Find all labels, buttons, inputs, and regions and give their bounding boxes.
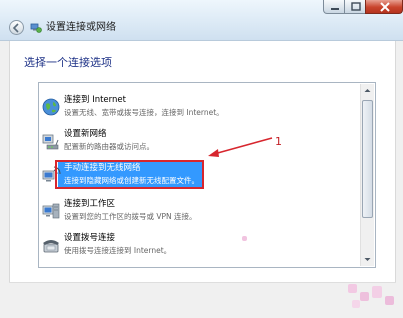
bottom-bar (9, 282, 396, 318)
annotation-number: 1 (275, 135, 282, 148)
option-dialup-connection[interactable]: 设置拨号连接 使用拨号连接连接到 Internet。 (41, 231, 363, 267)
back-arrow-icon (12, 23, 19, 33)
option-connect-internet[interactable]: 连接到 Internet 设置无线、宽带或拨号连接，连接到 Internet。 (41, 93, 363, 129)
page-heading: 选择一个连接选项 (24, 56, 112, 69)
watermark-mark (385, 296, 394, 305)
option-description: 使用拨号连接连接到 Internet。 (64, 246, 172, 255)
watermark-mark (242, 236, 247, 241)
option-title: 设置新网络 (64, 129, 107, 139)
scroll-up-icon[interactable] (361, 84, 374, 97)
phone-icon (43, 240, 59, 253)
annotation-highlight-box (55, 160, 204, 189)
close-button[interactable] (365, 0, 403, 14)
minimize-button[interactable] (323, 0, 345, 14)
scroll-down-icon[interactable] (361, 253, 374, 266)
close-icon (380, 2, 390, 12)
title-bar: 设置连接或网络 (0, 0, 403, 41)
router-icon (42, 134, 59, 150)
window-title: 设置连接或网络 (46, 22, 116, 33)
maximize-icon (351, 2, 361, 11)
option-description: 配置新的路由器或访问点。 (64, 142, 154, 151)
watermark-mark (352, 300, 360, 308)
option-title: 连接到 Internet (64, 95, 126, 105)
watermark-mark (348, 284, 357, 293)
back-button[interactable] (9, 20, 24, 35)
scrollbar-thumb[interactable] (362, 100, 373, 218)
watermark-mark (360, 292, 369, 301)
setup-connection-window: 设置连接或网络 选择一个连接选项 连接到 Internet 设置无线、宽带或拨号… (0, 0, 403, 318)
option-title: 连接到工作区 (64, 199, 116, 209)
maximize-button[interactable] (344, 0, 366, 14)
option-connect-workplace[interactable]: 连接到工作区 设置到您的工作区的拨号或 VPN 连接。 (41, 197, 363, 233)
globe-icon (42, 98, 60, 116)
watermark-mark (372, 286, 382, 298)
option-description: 设置到您的工作区的拨号或 VPN 连接。 (64, 212, 197, 221)
list-scrollbar[interactable] (360, 84, 374, 266)
option-title: 设置拨号连接 (64, 233, 116, 243)
network-icon (30, 23, 42, 33)
workplace-icon (42, 203, 60, 219)
option-description: 设置无线、宽带或拨号连接，连接到 Internet。 (64, 108, 224, 117)
annotation-arrow-icon (208, 137, 273, 157)
minimize-icon (331, 8, 339, 10)
